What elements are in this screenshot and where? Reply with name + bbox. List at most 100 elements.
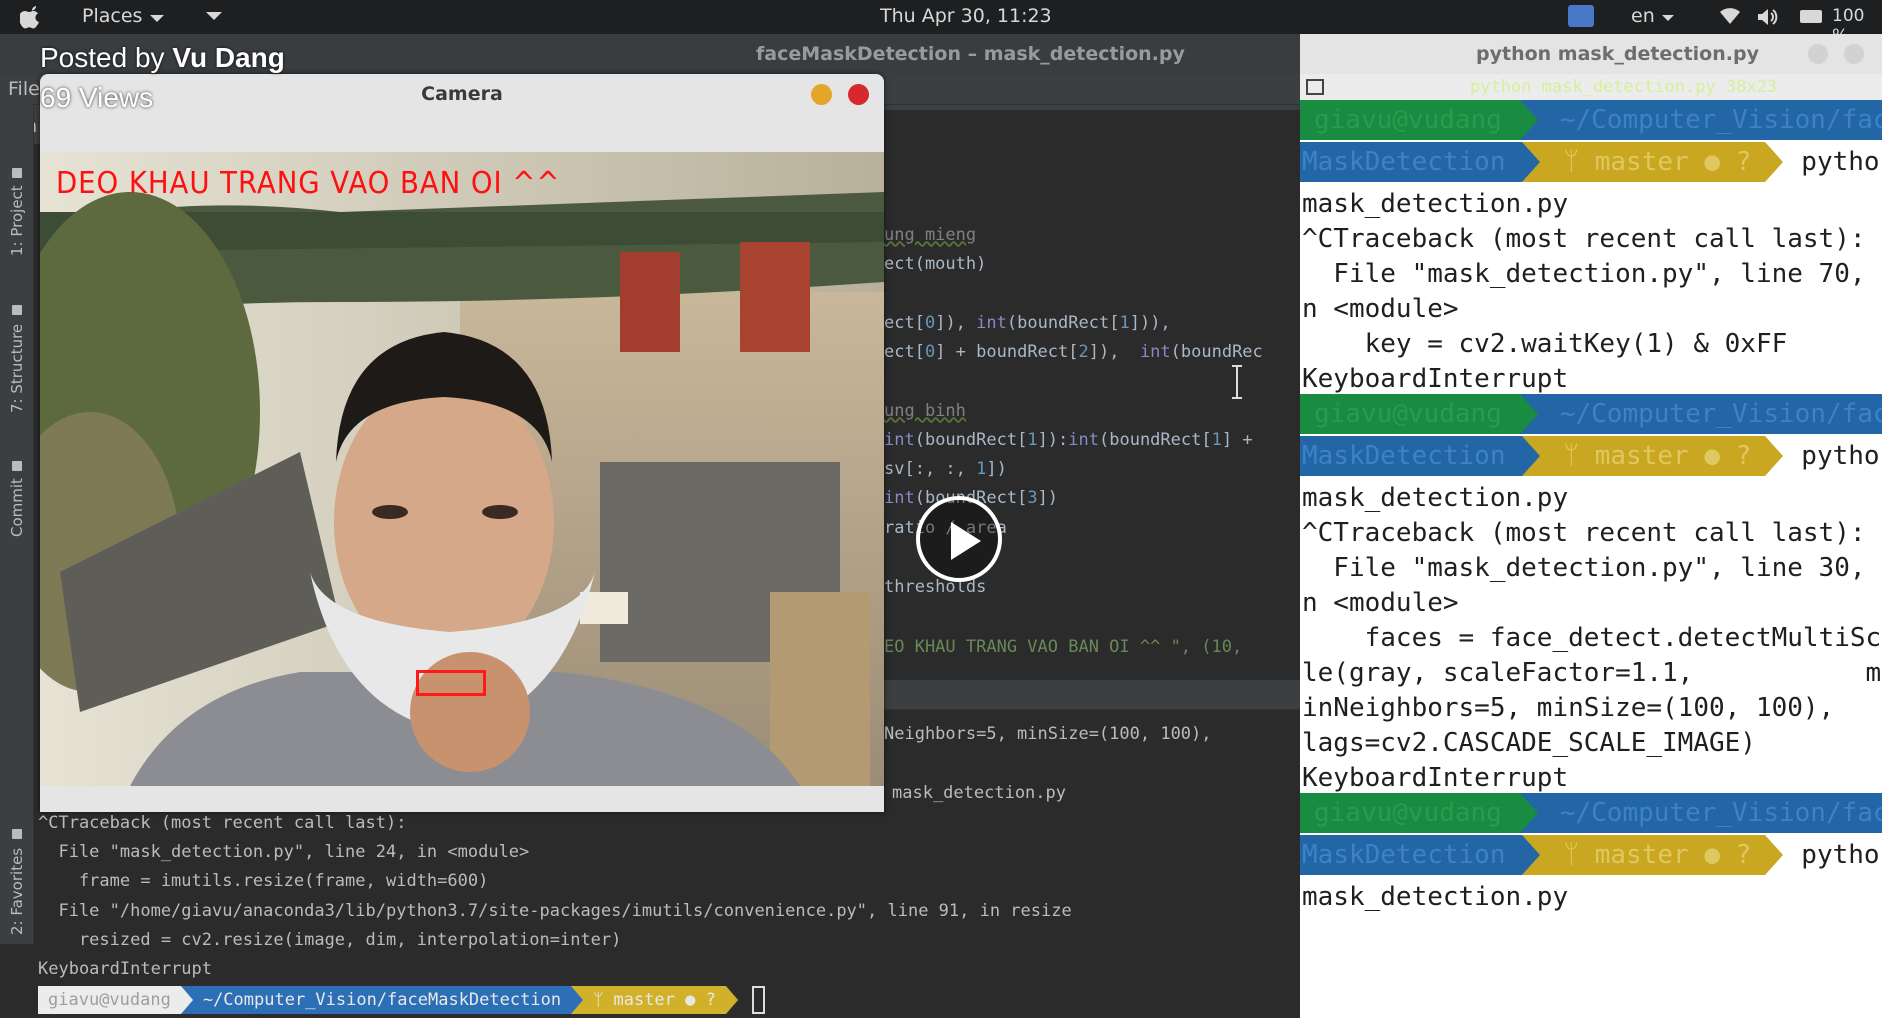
prompt-path: ~/Computer_Vision/face (1537, 394, 1882, 434)
code-token: ]) (1037, 488, 1059, 508)
language-dropdown-icon (1662, 15, 1674, 21)
prompt-branch: ᛘ master ● ? (1539, 436, 1766, 476)
terminal-info-bar: python mask_detection.py 38x23 (1300, 74, 1882, 100)
minimize-button[interactable] (1808, 44, 1828, 64)
prompt-command: python (1801, 840, 1882, 870)
code-token: ])), (1129, 313, 1171, 333)
tool-window-sidebar: 1: Project 7: Structure Commit 2: Favori… (0, 104, 34, 944)
terminal-prompt-line: MaskDetection ᛘ master ● ? python (1300, 436, 1882, 476)
mouth-detection-box (416, 670, 486, 696)
battery-icon[interactable] (1800, 10, 1822, 23)
prompt-command: python (1801, 441, 1882, 471)
prompt-project: MaskDetection (1300, 142, 1522, 182)
close-button[interactable] (1844, 44, 1864, 64)
structure-icon (12, 305, 22, 316)
prompt-separator (1765, 835, 1784, 875)
prompt-separator (1521, 835, 1540, 875)
code-token: (boundRect[ (1006, 313, 1120, 333)
text-cursor-icon (1232, 365, 1242, 399)
code-line: ung binh (884, 401, 966, 421)
code-token: ] + boundRect[ (935, 342, 1079, 362)
code-line: ect(mouth) (884, 254, 986, 274)
code-token: sv[:, :, (884, 459, 977, 479)
language-indicator[interactable]: en (1631, 5, 1655, 27)
sidebar-tab-project[interactable]: 1: Project (3, 152, 31, 272)
camera-overlay-text: DEO KHAU TRANG VAO BAN OI ^^ (56, 166, 561, 201)
terminal-title-bar: python mask_detection.py (1300, 34, 1882, 74)
author-name[interactable]: Vu Dang (172, 42, 285, 73)
wifi-icon[interactable] (1718, 6, 1742, 26)
shell-prompt: giavu@vudang ~/Computer_Vision/faceMaskD… (38, 986, 765, 1014)
close-button[interactable] (848, 84, 869, 105)
clock[interactable]: Thu Apr 30, 11:23 (880, 5, 1052, 27)
places-menu[interactable]: Places (82, 5, 142, 27)
prompt-project: MaskDetection (1300, 436, 1522, 476)
code-token: ]) (986, 459, 1007, 479)
ide-window-title: faceMaskDetection – mask_detection.py (756, 43, 1185, 65)
code-token: int (884, 488, 915, 508)
code-token: ]), (935, 313, 977, 333)
prompt-separator (1519, 793, 1538, 833)
code-token: ]), (1088, 342, 1140, 362)
terminal-info-text: python mask_detection.py 38x23 (1470, 77, 1778, 97)
code-token: ung mieng (884, 225, 977, 245)
file-menu[interactable]: File (8, 78, 40, 100)
split-pane-icon[interactable] (1306, 79, 1324, 95)
prompt-user: giavu@vudang (38, 986, 181, 1014)
sidebar-tab-structure[interactable]: 7: Structure (3, 289, 31, 429)
code-token: ] + (1221, 430, 1253, 450)
code-line: ung mieng (884, 225, 976, 245)
code-token: (boundRec (1170, 342, 1263, 362)
prompt-branch: ᛘ master ● ? (583, 986, 726, 1014)
console-line: mask_detection.py (892, 783, 1066, 803)
prompt-separator (1521, 436, 1540, 476)
code-line: int(boundRect[1]):int(boundRect[1] + (884, 430, 1253, 450)
terminal-prompt-line: giavu@vudang ~/Computer_Vision/face (1300, 100, 1882, 140)
code-token: ]): (1037, 430, 1069, 450)
view-count: 69 Views (40, 82, 154, 113)
code-line: ect[0]), int(boundRect[1])), (884, 313, 1171, 333)
prompt-branch: ᛘ master ● ? (1539, 835, 1766, 875)
prompt-separator (180, 986, 193, 1014)
prompt-path: ~/Computer_Vision/face (1537, 793, 1882, 833)
sidebar-tab-label: 7: Structure (8, 323, 26, 413)
apple-logo-icon[interactable] (20, 5, 42, 29)
code-token: ung binh (884, 401, 966, 421)
minimize-button[interactable] (811, 84, 832, 105)
chevron-down-icon[interactable] (206, 12, 222, 20)
sidebar-tab-commit[interactable]: Commit (3, 444, 31, 554)
code-token: 2 (1078, 342, 1089, 362)
volume-icon[interactable] (1756, 7, 1778, 27)
code-token: int (1139, 342, 1171, 362)
camera-feed: DEO KHAU TRANG VAO BAN OI ^^ (40, 152, 884, 786)
terminal-prompt-line: MaskDetection ᛘ master ● ? python (1300, 142, 1882, 182)
prompt-separator (1765, 142, 1784, 182)
tray-app-icon[interactable] (1568, 5, 1594, 27)
terminal-cursor (751, 986, 765, 1014)
play-button[interactable] (916, 496, 1002, 582)
prompt-user: giavu@vudang (1300, 793, 1520, 833)
prompt-branch: ᛘ master ● ? (1539, 142, 1766, 182)
code-token: 1 (1211, 430, 1222, 450)
terminal-prompt-line: giavu@vudang ~/Computer_Vision/face (1300, 793, 1882, 833)
code-token: int (884, 430, 915, 450)
code-token: int (1068, 430, 1099, 450)
sidebar-tab-favorites[interactable]: 2: Favorites (3, 820, 31, 944)
code-line: ect[0] + boundRect[2]), int(boundRec (884, 342, 1263, 362)
code-token: 0 (924, 313, 936, 333)
prompt-project: MaskDetection (1300, 835, 1522, 875)
console-line: frame = imutils.resize(frame, width=600) (38, 871, 489, 891)
prompt-command: python (1801, 147, 1882, 177)
prompt-separator (1519, 394, 1538, 434)
prompt-separator (1765, 436, 1784, 476)
code-token: EO KHAU TRANG VAO BAN OI ^^ ", (10, (884, 637, 1243, 657)
sidebar-tab-label: 2: Favorites (8, 847, 26, 935)
prompt-separator (1519, 100, 1538, 140)
code-token: ect[ (884, 313, 925, 333)
terminal-window[interactable]: python mask_detection.py 38x23 giavu@vud… (1300, 74, 1882, 1018)
console-line: KeyboardInterrupt (38, 959, 212, 979)
code-token: 1 (1027, 430, 1038, 450)
camera-window[interactable]: Camera DEO KHAU TRANG VAO BAN OI ^^ (40, 74, 884, 812)
commit-icon (12, 460, 22, 471)
terminal-window-title: python mask_detection.py (1476, 43, 1759, 65)
